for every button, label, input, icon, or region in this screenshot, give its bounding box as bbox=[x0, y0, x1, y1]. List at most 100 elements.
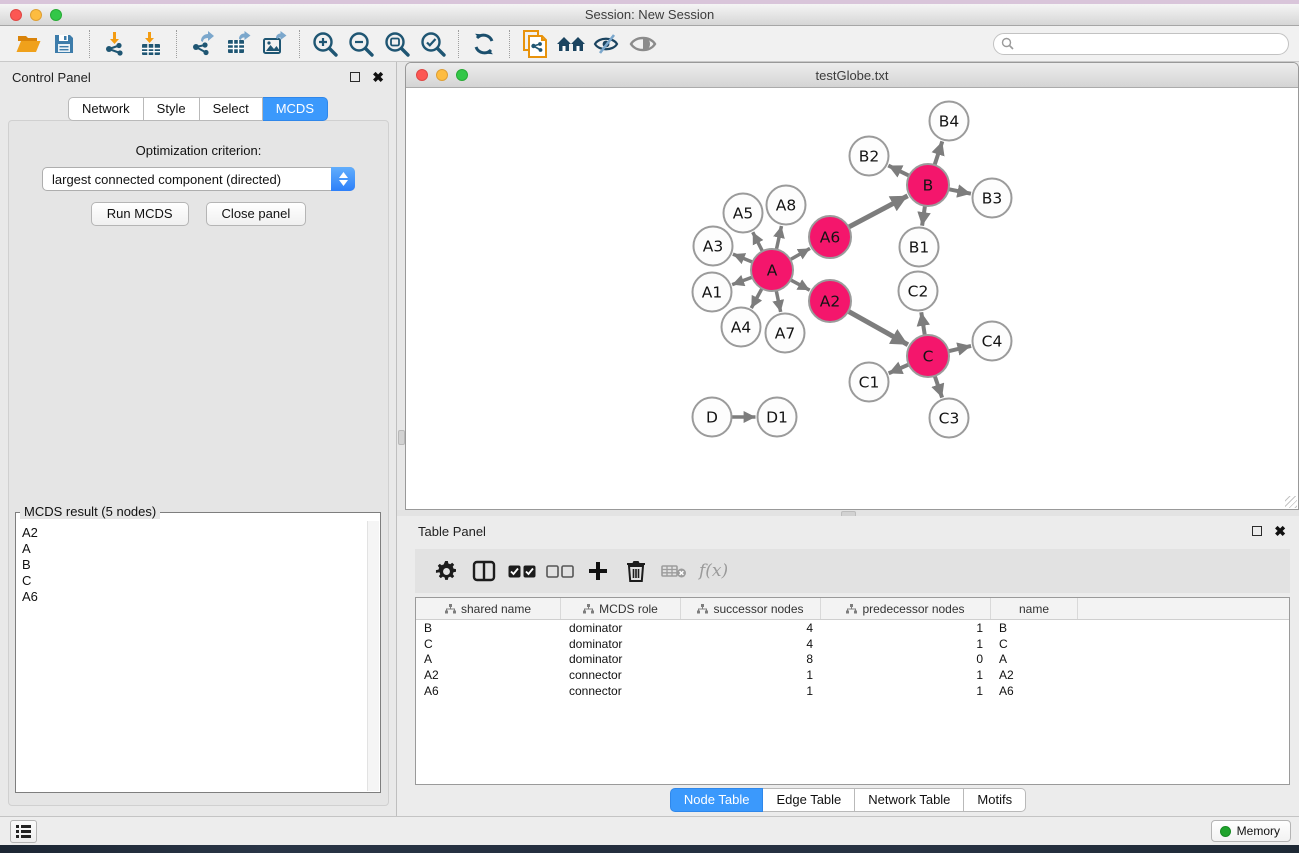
node-B[interactable]: B bbox=[907, 164, 949, 206]
float-panel-icon[interactable] bbox=[350, 72, 360, 82]
tab-network[interactable]: Network bbox=[68, 97, 144, 121]
node-C2[interactable]: C2 bbox=[899, 272, 938, 311]
node-A8[interactable]: A8 bbox=[767, 186, 806, 225]
create-column-button[interactable] bbox=[579, 553, 617, 589]
edge-A6-B[interactable] bbox=[847, 196, 908, 228]
node-A6[interactable]: A6 bbox=[809, 216, 851, 258]
edge-B-B4[interactable] bbox=[934, 141, 942, 167]
edge-A-A1[interactable] bbox=[732, 277, 754, 285]
table-cell[interactable]: C bbox=[416, 637, 561, 651]
memory-button[interactable]: Memory bbox=[1211, 820, 1291, 842]
node-B3[interactable]: B3 bbox=[973, 179, 1012, 218]
node-A4[interactable]: A4 bbox=[722, 308, 761, 347]
column-header-predecessor-nodes[interactable]: predecessor nodes bbox=[821, 598, 991, 619]
table-cell[interactable]: A6 bbox=[416, 684, 561, 698]
tab-style[interactable]: Style bbox=[144, 97, 200, 121]
table-cell[interactable]: connector bbox=[561, 668, 681, 682]
birds-eye-view-button[interactable] bbox=[625, 28, 661, 60]
close-panel-icon[interactable]: ✖ bbox=[372, 70, 384, 84]
table-tab-node-table[interactable]: Node Table bbox=[670, 788, 764, 812]
table-cell[interactable]: A bbox=[991, 652, 1078, 666]
table-row[interactable]: Cdominator41C bbox=[416, 636, 1289, 652]
node-A2[interactable]: A2 bbox=[809, 280, 851, 322]
search-field[interactable] bbox=[993, 33, 1289, 55]
table-cell[interactable]: connector bbox=[561, 684, 681, 698]
edge-C-C1[interactable] bbox=[889, 364, 911, 374]
network-window-titlebar[interactable]: testGlobe.txt bbox=[406, 63, 1298, 88]
node-B1[interactable]: B1 bbox=[900, 228, 939, 267]
network-graph[interactable]: AA1A2A3A4A5A6A7A8BB1B2B3B4CC1C2C3C4DD1 bbox=[406, 88, 1298, 508]
refresh-button[interactable] bbox=[466, 28, 502, 60]
edge-A2-C[interactable] bbox=[847, 310, 908, 344]
export-table-button[interactable] bbox=[220, 28, 256, 60]
save-session-button[interactable] bbox=[46, 28, 82, 60]
node-A1[interactable]: A1 bbox=[693, 273, 732, 312]
zoom-selected-button[interactable] bbox=[415, 28, 451, 60]
delete-column-button[interactable] bbox=[617, 553, 655, 589]
table-cell[interactable]: 8 bbox=[681, 652, 821, 666]
deselect-all-button[interactable] bbox=[541, 553, 579, 589]
mcds-result-item[interactable]: A6 bbox=[22, 589, 367, 605]
table-cell[interactable]: C bbox=[991, 637, 1078, 651]
node-A3[interactable]: A3 bbox=[694, 227, 733, 266]
close-table-panel-icon[interactable]: ✖ bbox=[1274, 524, 1286, 538]
table-cell[interactable]: 1 bbox=[821, 637, 991, 651]
export-image-button[interactable] bbox=[256, 28, 292, 60]
table-cell[interactable]: 1 bbox=[681, 684, 821, 698]
tab-select[interactable]: Select bbox=[200, 97, 263, 121]
table-cell[interactable]: A bbox=[416, 652, 561, 666]
table-cell[interactable]: 1 bbox=[681, 668, 821, 682]
edge-A-A3[interactable] bbox=[733, 254, 754, 263]
node-C3[interactable]: C3 bbox=[930, 399, 969, 438]
edge-B-B1[interactable] bbox=[922, 204, 925, 226]
mcds-result-item[interactable]: A bbox=[22, 541, 367, 557]
tab-mcds[interactable]: MCDS bbox=[263, 97, 328, 121]
edge-A-A6[interactable] bbox=[789, 248, 810, 260]
vertical-splitter-handle[interactable] bbox=[398, 430, 405, 445]
table-cell[interactable]: A2 bbox=[416, 668, 561, 682]
column-header-successor-nodes[interactable]: successor nodes bbox=[681, 598, 821, 619]
show-column-button[interactable] bbox=[465, 553, 503, 589]
zoom-fit-button[interactable] bbox=[379, 28, 415, 60]
select-all-button[interactable] bbox=[503, 553, 541, 589]
delete-table-button[interactable] bbox=[655, 553, 693, 589]
mcds-result-list[interactable]: A2ABCA6 bbox=[17, 521, 367, 791]
table-row[interactable]: A2connector11A2 bbox=[416, 667, 1289, 683]
node-C4[interactable]: C4 bbox=[973, 322, 1012, 361]
export-network-button[interactable] bbox=[184, 28, 220, 60]
edge-A-A4[interactable] bbox=[751, 287, 763, 308]
node-D[interactable]: D bbox=[693, 398, 732, 437]
import-network-button[interactable] bbox=[97, 28, 133, 60]
node-D1[interactable]: D1 bbox=[758, 398, 797, 437]
result-scrollbar[interactable] bbox=[367, 521, 379, 791]
column-header-name[interactable]: name bbox=[991, 598, 1078, 619]
table-row[interactable]: Bdominator41B bbox=[416, 620, 1289, 636]
float-table-panel-icon[interactable] bbox=[1252, 526, 1262, 536]
table-cell[interactable]: 4 bbox=[681, 637, 821, 651]
mcds-result-item[interactable]: B bbox=[22, 557, 367, 573]
edge-B-B3[interactable] bbox=[947, 189, 971, 194]
column-header-shared-name[interactable]: shared name bbox=[416, 598, 561, 619]
show-graphics-details-button[interactable] bbox=[589, 28, 625, 60]
import-table-button[interactable] bbox=[133, 28, 169, 60]
node-B2[interactable]: B2 bbox=[850, 137, 889, 176]
table-cell[interactable]: 1 bbox=[821, 668, 991, 682]
table-tab-network-table[interactable]: Network Table bbox=[855, 788, 964, 812]
node-A[interactable]: A bbox=[751, 249, 793, 291]
table-row[interactable]: Adominator80A bbox=[416, 652, 1289, 668]
table-cell[interactable]: A6 bbox=[991, 684, 1078, 698]
table-cell[interactable]: B bbox=[991, 621, 1078, 635]
edge-A-A8[interactable] bbox=[776, 226, 781, 251]
task-history-button[interactable] bbox=[10, 820, 37, 843]
zoom-out-button[interactable] bbox=[343, 28, 379, 60]
table-cell[interactable]: A2 bbox=[991, 668, 1078, 682]
table-cell[interactable]: 1 bbox=[821, 621, 991, 635]
table-cell[interactable]: B bbox=[416, 621, 561, 635]
table-cell[interactable]: dominator bbox=[561, 652, 681, 666]
node-B4[interactable]: B4 bbox=[930, 102, 969, 141]
edge-A-A5[interactable] bbox=[753, 232, 764, 253]
column-header-MCDS-role[interactable]: MCDS role bbox=[561, 598, 681, 619]
new-network-from-selection-button[interactable] bbox=[517, 28, 553, 60]
apply-layout-button[interactable] bbox=[553, 28, 589, 60]
node-A5[interactable]: A5 bbox=[724, 194, 763, 233]
